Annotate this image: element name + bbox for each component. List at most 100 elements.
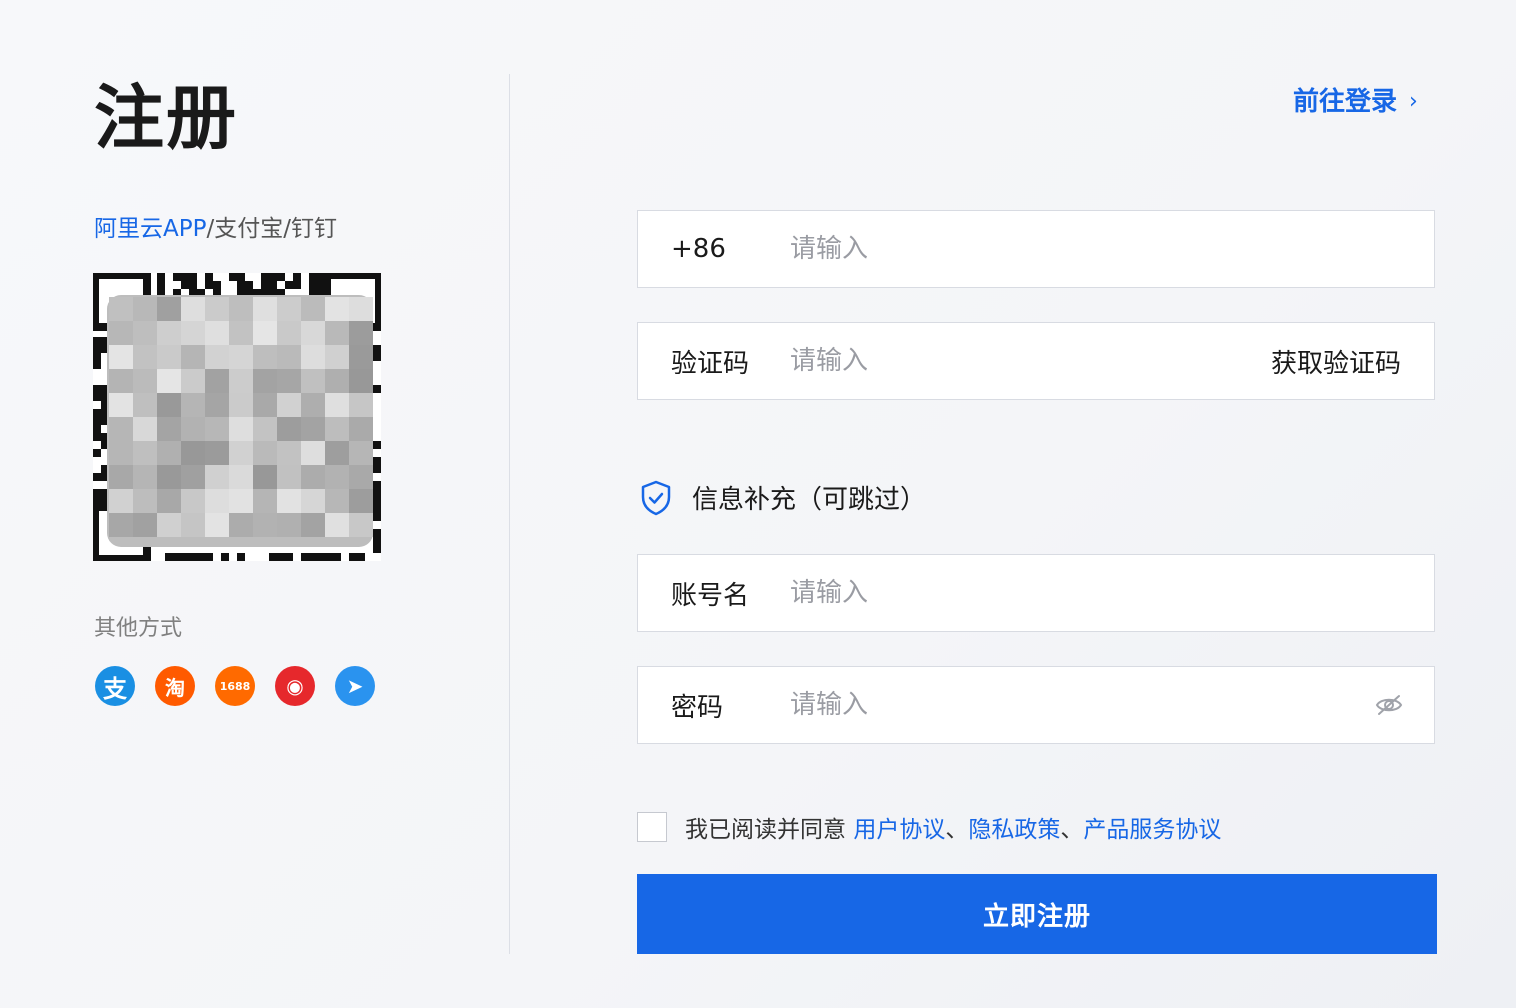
qr-module [373, 457, 381, 465]
left-panel: 注册 阿里云APP/支付宝/钉钉 其他方式 支 淘 1688 ◉ ➤ [0, 0, 510, 1008]
qr-module [373, 537, 381, 545]
toggle-password-visibility[interactable] [1374, 693, 1434, 717]
qr-blur-tile [349, 513, 373, 537]
qr-module [373, 545, 381, 553]
qr-module [309, 553, 317, 561]
qr-blur-tile [253, 297, 277, 321]
register-button[interactable]: 立即注册 [637, 874, 1437, 954]
qr-blur-tile [157, 513, 181, 537]
account-field: 账号名 [637, 554, 1435, 632]
qr-blur-tile [349, 489, 373, 513]
qr-module [245, 281, 253, 289]
agreement-row: 我已阅读并同意 用户协议、隐私政策、产品服务协议 [637, 810, 1221, 844]
qr-blur-tile [253, 417, 277, 441]
qr-blur-tile [133, 489, 157, 513]
get-code-button[interactable]: 获取验证码 [1271, 343, 1434, 380]
qr-module [373, 385, 381, 393]
goto-login-link[interactable]: 前往登录 › [1293, 84, 1418, 120]
qr-blur-tile [325, 321, 349, 345]
qr-blur-tile [277, 345, 301, 369]
qr-blur-tile [325, 489, 349, 513]
qr-module [181, 553, 189, 561]
qr-blur-tile [109, 417, 133, 441]
1688-icon[interactable]: 1688 [215, 666, 255, 706]
qr-blur-tile [301, 489, 325, 513]
qr-blur-tile [229, 489, 253, 513]
qr-module [261, 281, 269, 289]
qr-blur-tile [181, 441, 205, 465]
qr-blur-tile [133, 465, 157, 489]
qr-blur-tile [133, 513, 157, 537]
phone-field: +86 [637, 210, 1435, 288]
qr-module [373, 497, 381, 505]
qr-blur-tile [277, 393, 301, 417]
page-title: 注册 [94, 77, 238, 159]
qr-blur-tile [253, 321, 277, 345]
taobao-icon[interactable]: 淘 [155, 666, 195, 706]
phone-prefix[interactable]: +86 [638, 234, 788, 264]
qr-blur-tile [205, 321, 229, 345]
agreement-checkbox[interactable] [637, 812, 667, 842]
qr-blur-tile [109, 321, 133, 345]
qr-module [373, 505, 381, 513]
account-input[interactable] [788, 562, 1434, 624]
user-agreement-link[interactable]: 用户协议 [853, 810, 945, 844]
qr-module [357, 553, 365, 561]
qr-module [93, 489, 101, 497]
qr-blur-tile [109, 345, 133, 369]
qr-blur-tile [349, 297, 373, 321]
qr-blur-tile [157, 417, 181, 441]
qr-blur-tile [205, 441, 229, 465]
qr-blur-tile [325, 441, 349, 465]
qr-module [237, 273, 245, 281]
other-methods-label: 其他方式 [94, 616, 183, 641]
qr-module [157, 281, 165, 289]
qr-blur-tile [181, 321, 205, 345]
agreement-separator: 、 [945, 817, 969, 843]
qr-module [373, 489, 381, 497]
password-input[interactable] [788, 674, 1374, 736]
eye-off-icon [1375, 695, 1403, 715]
qr-blur-tile [157, 465, 181, 489]
qr-module [173, 273, 181, 281]
qr-module [349, 553, 357, 561]
qr-module [205, 553, 213, 561]
dingtalk-icon[interactable]: ➤ [335, 666, 375, 706]
qr-module [93, 473, 101, 481]
qr-blur-tile [109, 393, 133, 417]
qr-module [373, 513, 381, 521]
qr-blur-tile [157, 345, 181, 369]
agreement-prefix: 我已阅读并同意 [685, 817, 846, 843]
privacy-policy-link[interactable]: 隐私政策 [968, 810, 1060, 844]
qr-module [261, 273, 269, 281]
qr-blur-tile [133, 345, 157, 369]
qr-module [93, 449, 101, 457]
qr-blur-tile [157, 369, 181, 393]
qr-module [173, 553, 181, 561]
qr-blur-tile [301, 369, 325, 393]
weibo-icon[interactable]: ◉ [275, 666, 315, 706]
info-section-header: 信息补充（可跳过） [640, 479, 926, 516]
qr-module [205, 273, 213, 281]
qr-blur-tile [229, 345, 253, 369]
qr-blur-tile [325, 417, 349, 441]
qr-module [373, 353, 381, 361]
qr-blur-tile [229, 513, 253, 537]
qr-blur-tile [349, 345, 373, 369]
qr-code [93, 273, 381, 561]
qr-blur-tile [301, 321, 325, 345]
qr-blur-tile [349, 369, 373, 393]
qr-blur-tile [181, 465, 205, 489]
qr-blur-tile [229, 369, 253, 393]
qr-blur-tile [325, 393, 349, 417]
qr-module [373, 529, 381, 537]
phone-input[interactable] [788, 218, 1434, 280]
qr-blur-tile [325, 369, 349, 393]
qr-blur-tile [133, 393, 157, 417]
service-agreement-link[interactable]: 产品服务协议 [1083, 810, 1221, 844]
qr-module [317, 281, 325, 289]
alipay-icon[interactable]: 支 [95, 666, 135, 706]
qr-blur-tile [133, 369, 157, 393]
code-input[interactable] [788, 330, 1271, 392]
qr-blur-tile [301, 417, 325, 441]
